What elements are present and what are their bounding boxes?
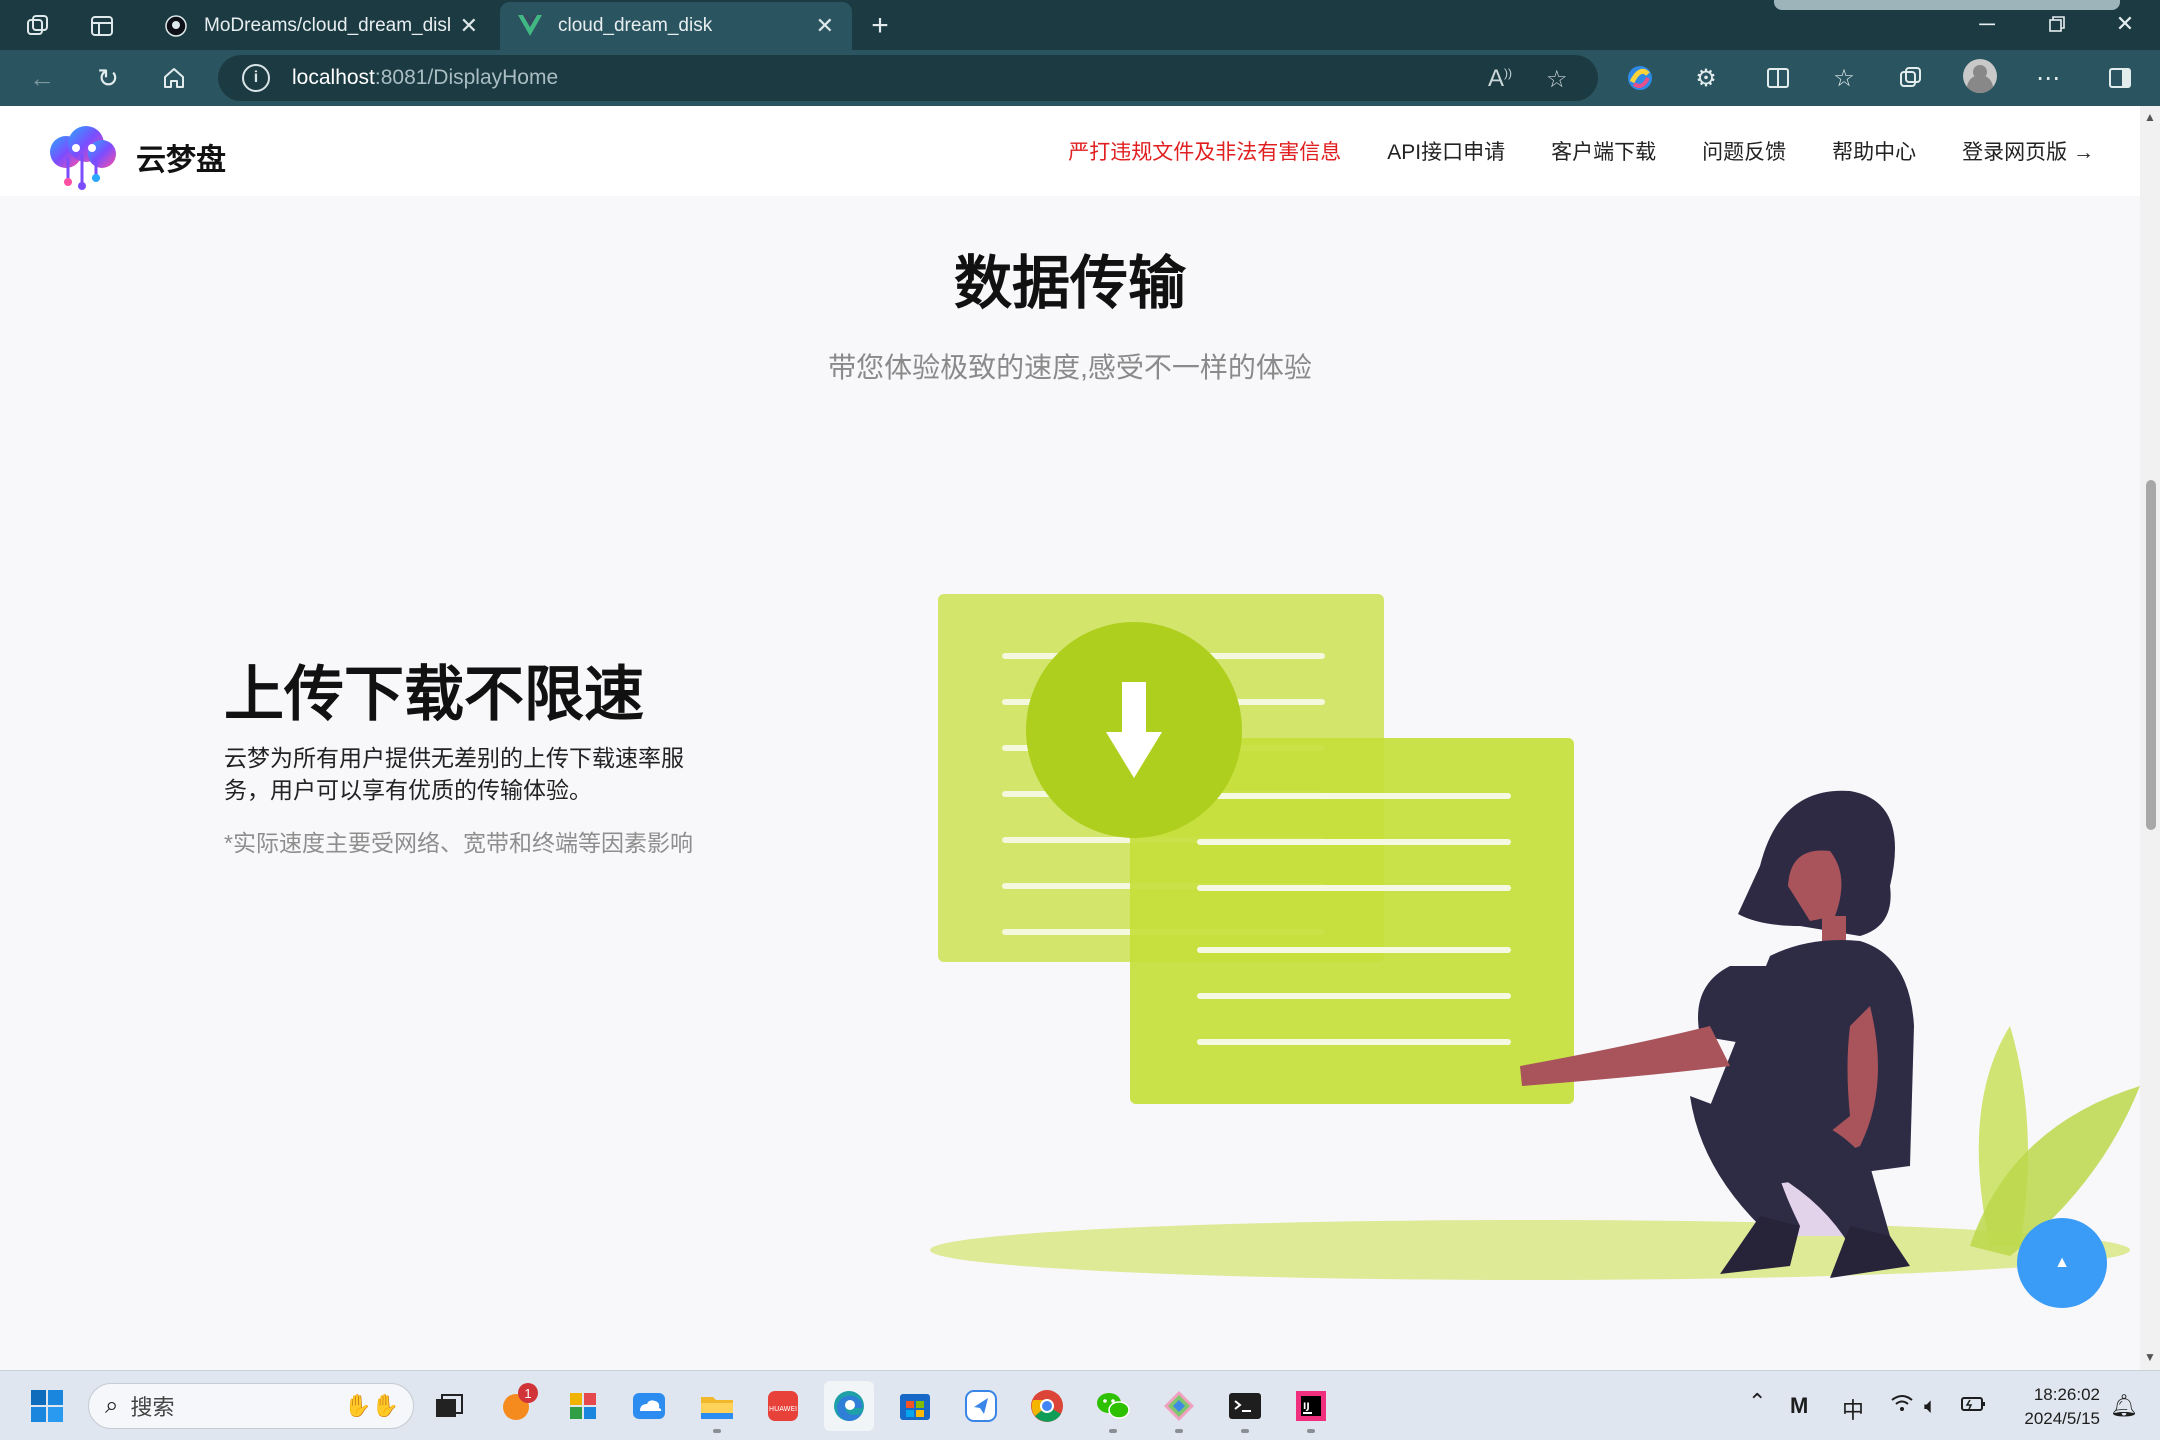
windows-start-icon[interactable] (22, 1381, 72, 1431)
site-info-icon[interactable]: i (242, 64, 270, 92)
home-icon[interactable] (154, 60, 194, 96)
scroll-down-arrow-icon[interactable]: ▼ (2144, 1350, 2156, 1364)
feature-title: 上传下载不限速 (224, 661, 644, 728)
sidebar-toggle-icon[interactable] (2104, 62, 2136, 94)
split-screen-icon[interactable] (1762, 62, 1794, 94)
browser-tab-bar: MoDreams/cloud_dream_disk: — ✕ cloud_dre… (0, 0, 2160, 50)
nav-login-web[interactable]: 登录网页版 → (1962, 136, 2094, 166)
site-name: 云梦盘 (136, 144, 226, 177)
clock-time: 18:26:02 (2033, 1385, 2100, 1404)
back-to-top-button[interactable]: ▲ (2017, 1218, 2107, 1308)
minimize-icon[interactable]: ─ (1952, 6, 2022, 42)
scroll-up-arrow-icon[interactable]: ▲ (2144, 110, 2156, 124)
section-title: 数据传输 (953, 251, 1186, 316)
tray-app-icon[interactable]: M (1790, 1393, 1808, 1419)
nav-api-apply[interactable]: API接口申请 (1387, 136, 1505, 166)
nav-help-center[interactable]: 帮助中心 (1832, 136, 1916, 166)
close-icon[interactable]: ✕ (460, 13, 478, 39)
tab-title: cloud_dream_disk (558, 15, 713, 36)
vpn-app-icon[interactable] (956, 1381, 1006, 1431)
tab-cloud-dream-disk[interactable]: cloud_dream_disk ✕ (500, 2, 852, 50)
extensions-icon[interactable]: ⚙ (1690, 62, 1722, 94)
page-scrollbar[interactable]: ▲ ▼ (2140, 106, 2160, 1370)
site-nav: 严打违规文件及非法有害信息 API接口申请 客户端下载 问题反馈 帮助中心 登录… (1068, 106, 2140, 196)
wechat-icon[interactable] (1088, 1381, 1138, 1433)
site-header: 云梦盘 严打违规文件及非法有害信息 API接口申请 客户端下载 问题反馈 帮助中… (0, 106, 2140, 196)
widgets-app-icon[interactable] (558, 1381, 608, 1431)
nav-feedback[interactable]: 问题反馈 (1702, 136, 1786, 166)
system-clock[interactable]: 18:26:02 2024/5/15 (2000, 1383, 2100, 1431)
window-close-icon[interactable]: ✕ (2090, 6, 2160, 42)
tab-actions-icon[interactable] (84, 8, 120, 44)
feature-description: 云梦为所有用户提供无差别的上传下载速率服务，用户可以享有优质的传输体验。 (224, 745, 684, 803)
tab-title: MoDreams/cloud_dream_disk: — (204, 15, 450, 36)
back-icon[interactable]: ← (22, 60, 62, 96)
volume-icon[interactable]: 🔈︎ (1924, 1393, 1937, 1419)
download-illustration (930, 594, 2140, 1280)
feature-note: *实际速度主要受网络、宽带和终端等因素影响 (224, 830, 693, 856)
tab-github[interactable]: MoDreams/cloud_dream_disk: — ✕ (146, 2, 496, 50)
address-bar[interactable]: i localhost:8081/DisplayHome A)) ☆ (218, 55, 1598, 101)
git-tool-icon[interactable] (1154, 1381, 1204, 1433)
nav-client-download[interactable]: 客户端下载 (1551, 136, 1656, 166)
search-placeholder: 搜索 (130, 1395, 175, 1420)
task-view-icon[interactable] (424, 1381, 474, 1431)
search-icon: ⌕ (105, 1392, 119, 1419)
restore-icon[interactable] (2022, 6, 2092, 42)
app-gallery-icon[interactable]: HUAWEI (758, 1381, 808, 1431)
clock-date: 2024/5/15 (2024, 1409, 2100, 1428)
new-tab-icon[interactable]: + (862, 8, 898, 44)
microsoft-store-icon[interactable] (890, 1381, 940, 1431)
copilot-icon[interactable] (1624, 62, 1656, 94)
wifi-icon[interactable] (1890, 1393, 1914, 1419)
favorite-star-icon[interactable]: ☆ (1546, 65, 1568, 94)
web-page: 云梦盘 严打违规文件及非法有害信息 API接口申请 客户端下载 问题反馈 帮助中… (0, 106, 2140, 1370)
vue-icon (518, 14, 542, 38)
notification-badge: 1 (518, 1383, 538, 1403)
favorites-icon[interactable]: ☆ (1828, 62, 1860, 94)
refresh-icon[interactable]: ↻ (88, 60, 128, 96)
read-aloud-icon[interactable]: A)) (1488, 65, 1512, 93)
github-icon (164, 14, 188, 38)
workspaces-icon[interactable] (20, 8, 56, 44)
collections-icon[interactable] (1894, 62, 1926, 94)
profile-avatar[interactable] (1963, 59, 1997, 93)
more-menu-icon[interactable]: ⋯ (2032, 62, 2064, 94)
show-hidden-icons[interactable]: ⌃ (1748, 1389, 1766, 1415)
taskbar-search[interactable]: ⌕ 搜索 ✋✋ (88, 1383, 414, 1429)
weather-app-icon[interactable]: 1 (492, 1381, 542, 1431)
url-text: localhost:8081/DisplayHome (292, 66, 559, 89)
search-highlight-icon: ✋✋ (344, 1393, 399, 1418)
site-logo[interactable]: 云梦盘 (42, 124, 226, 190)
terminal-icon[interactable] (1220, 1381, 1270, 1433)
windows-taskbar: ⌕ 搜索 ✋✋ 1 HUAWEI IJ ⌃ M 中 🔈︎ 18:26:02 20… (0, 1370, 2160, 1440)
caret-up-icon: ▲ (2054, 1254, 2070, 1271)
section-subtitle: 带您体验极致的速度,感受不一样的体验 (828, 352, 1312, 383)
file-explorer-icon[interactable] (692, 1381, 742, 1433)
svg-text:HUAWEI: HUAWEI (769, 1405, 797, 1413)
notification-center-icon[interactable]: 🔔︎ (2110, 1393, 2138, 1419)
browser-toolbar: ← ↻ i localhost:8081/DisplayHome A)) ☆ ⚙… (0, 50, 2160, 106)
nav-violation-notice[interactable]: 严打违规文件及非法有害信息 (1068, 136, 1341, 166)
scroll-thumb[interactable] (2146, 480, 2156, 830)
ime-indicator[interactable]: 中 (1842, 1393, 1864, 1425)
onedrive-icon[interactable] (624, 1381, 674, 1431)
svg-text:IJ: IJ (1303, 1402, 1310, 1412)
intellij-idea-icon[interactable]: IJ (1286, 1381, 1336, 1433)
cloud-logo-icon (50, 126, 116, 190)
chrome-icon[interactable] (1022, 1381, 1072, 1431)
close-icon[interactable]: ✕ (816, 13, 834, 39)
edge-browser-icon[interactable] (824, 1381, 874, 1431)
battery-icon[interactable] (1960, 1393, 1986, 1419)
